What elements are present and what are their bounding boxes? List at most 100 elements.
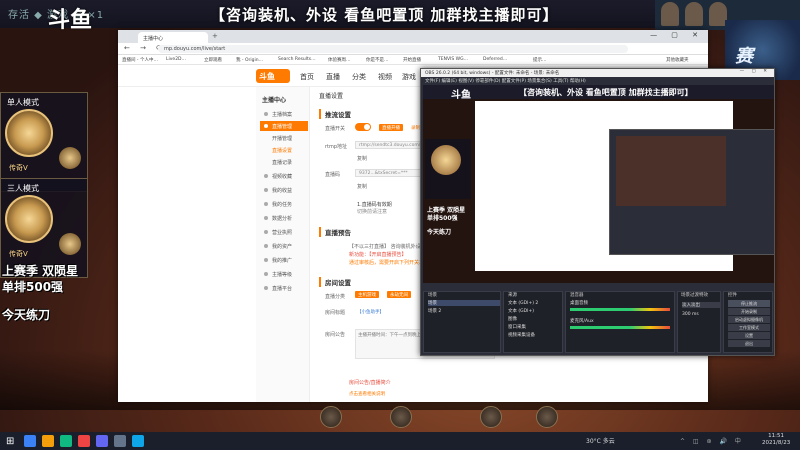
hint-text: 切换前请注意	[357, 209, 388, 215]
sidebar-item[interactable]: 我的任务	[260, 199, 308, 209]
app-icon[interactable]	[78, 435, 90, 447]
transition-select[interactable]: 淡入淡出	[682, 302, 720, 308]
category-game[interactable]: 永劫无间	[387, 291, 411, 298]
system-tray[interactable]: ^ ◫ ⊛ 🔊 中	[680, 436, 744, 445]
sidebar-dot-icon	[264, 244, 268, 248]
today-text: 今天练刀	[2, 308, 51, 322]
sidebar-item[interactable]: 直播设置	[260, 145, 308, 155]
new-tab-button[interactable]: +	[212, 32, 218, 40]
sidebar-item[interactable]: 营业执照	[260, 227, 308, 237]
rank-name: 传奇V	[9, 250, 28, 258]
tab-bar: 主播中心 + — ▢ ✕	[118, 30, 708, 43]
controls-panel: 控件 停止推流 开始录制 启动虚拟摄像机 工作室模式 设置 退出	[723, 291, 773, 353]
clock[interactable]: 11:51 2021/8/23	[762, 433, 790, 447]
start-record-button[interactable]: 开始录制	[728, 308, 770, 315]
app-icon[interactable]	[132, 435, 144, 447]
bookmark-item[interactable]: TENVIS WG…	[438, 57, 468, 62]
file-explorer-icon[interactable]	[42, 435, 54, 447]
category-tag[interactable]: 主机游戏	[355, 291, 379, 298]
app-icon[interactable]	[114, 435, 126, 447]
exit-button[interactable]: 退出	[728, 340, 770, 347]
nav-game[interactable]: 游戏	[402, 72, 416, 82]
bookmark-item[interactable]: 其他收藏夹	[666, 57, 689, 63]
sidebar-item[interactable]: 主播档案	[260, 109, 308, 119]
rank-mode-label: 三人模式	[7, 184, 39, 193]
preview-rank-card	[425, 139, 471, 199]
scenes-panel: 场景 场景 场景 2	[423, 291, 501, 353]
skill-icon	[320, 406, 342, 428]
controls-header: 控件	[728, 293, 737, 298]
source-item[interactable]: 文本 (GDI+)	[508, 308, 534, 314]
section-push-title: 推流设置	[319, 109, 351, 119]
source-item[interactable]: 窗口采集	[508, 324, 526, 330]
copy-rtmp-button[interactable]: 复制	[357, 155, 367, 162]
bookmark-item[interactable]: 直播间 - 个人中…	[122, 57, 158, 63]
rtmp-label: rtmp地址	[325, 144, 348, 150]
sidebar-item[interactable]: 我的推广	[260, 255, 308, 265]
bottom-link[interactable]: 点击查看相关说明	[349, 391, 385, 397]
skill-icon	[536, 406, 558, 428]
studio-mode-button[interactable]: 工作室模式	[728, 324, 770, 331]
sidebar-item-active[interactable]: 直播管理	[260, 121, 308, 131]
nav-home[interactable]: 首页	[300, 72, 314, 82]
nav-category[interactable]: 分类	[352, 72, 366, 82]
virtual-camera-button[interactable]: 启动虚拟摄像机	[728, 316, 770, 323]
copy-key-button[interactable]: 复制	[357, 183, 367, 190]
sidebar-item[interactable]: 直播记录	[260, 157, 308, 167]
mixer-item: 麦克风/Aux	[570, 319, 594, 324]
nav-live[interactable]: 直播	[326, 72, 340, 82]
window-controls[interactable]: — ▢ ✕	[650, 31, 704, 39]
address-bar: ← → ⟳ mp.douyu.com/live/start	[118, 43, 708, 55]
sidebar-dot-icon	[264, 174, 268, 178]
bookmark-item[interactable]: 我 - Origin…	[236, 57, 263, 63]
source-item[interactable]: 文本 (GDI+) 2	[508, 300, 538, 306]
bookmark-item[interactable]: 你是不是…	[366, 57, 389, 63]
sidebar-dot-icon	[264, 286, 268, 290]
room-title-value[interactable]: 【小鱼助手】	[357, 309, 384, 315]
settings-button[interactable]: 设置	[728, 332, 770, 339]
weather-widget[interactable]: 30°C 多云	[586, 436, 615, 445]
obs-icon[interactable]	[96, 435, 108, 447]
bookmark-item[interactable]: Search Results…	[278, 57, 316, 62]
sidebar-item[interactable]: 视频收藏	[260, 171, 308, 181]
chrome-icon[interactable]	[60, 435, 72, 447]
record-link[interactable]: 录制	[411, 125, 420, 131]
bookmark-item[interactable]: 立即观看	[204, 57, 222, 63]
season-text: 上赛季 双陨星	[2, 264, 79, 278]
tab-streamer-center[interactable]: 主播中心	[138, 32, 208, 43]
sidebar-item[interactable]: 我的收益	[260, 185, 308, 195]
live-toggle[interactable]	[355, 123, 371, 131]
site-logo[interactable]: 斗鱼	[256, 69, 290, 83]
obs-window-controls[interactable]: — ▢ ✕	[740, 69, 770, 74]
url-input[interactable]: mp.douyu.com/live/start	[158, 45, 628, 53]
start-menu-icon[interactable]: ⊞	[6, 436, 14, 447]
search-icon[interactable]	[24, 435, 36, 447]
scene-item[interactable]: 场景	[428, 300, 500, 306]
bookmark-item[interactable]: Live2D…	[166, 57, 186, 62]
sources-panel: 来源 文本 (GDI+) 2 文本 (GDI+) 图像 窗口采集 视频采集设备	[503, 291, 563, 353]
nav-video[interactable]: 视频	[378, 72, 392, 82]
scene-item[interactable]: 场景 2	[428, 308, 441, 314]
bookmark-item[interactable]: 提示…	[533, 57, 547, 63]
sidebar-dot-icon	[264, 124, 268, 128]
sidebar-dot-icon	[264, 188, 268, 192]
sidebar-item[interactable]: 主播等级	[260, 269, 308, 279]
bookmark-item[interactable]: Deferred…	[483, 57, 507, 62]
sidebar-item[interactable]: 直播平台	[260, 283, 308, 293]
transition-duration[interactable]: 300 ms	[682, 312, 699, 317]
obs-menu-bar[interactable]: 文件(F) 编辑(E) 视图(V) 停靠部件(D) 配置文件(P) 场景集合(S…	[421, 77, 774, 84]
preview-obs-capture	[609, 129, 774, 255]
start-live-button[interactable]: 直播开播	[379, 124, 403, 131]
sidebar-item[interactable]: 开播管理	[260, 133, 308, 143]
audio-meter	[570, 308, 670, 311]
sidebar-item[interactable]: 数据分析	[260, 213, 308, 223]
source-item[interactable]: 图像	[508, 316, 517, 322]
sidebar-dot-icon	[264, 272, 268, 276]
source-item[interactable]: 视频采集设备	[508, 332, 535, 338]
bookmark-item[interactable]: 开始直播	[403, 57, 421, 63]
sidebar-item[interactable]: 我的资产	[260, 241, 308, 251]
stop-stream-button[interactable]: 停止推流	[728, 300, 770, 307]
sidebar-header: 主播中心	[262, 97, 287, 104]
transitions-header: 场景过渡特效	[681, 293, 708, 298]
bookmark-item[interactable]: 体验赛周…	[328, 57, 351, 63]
